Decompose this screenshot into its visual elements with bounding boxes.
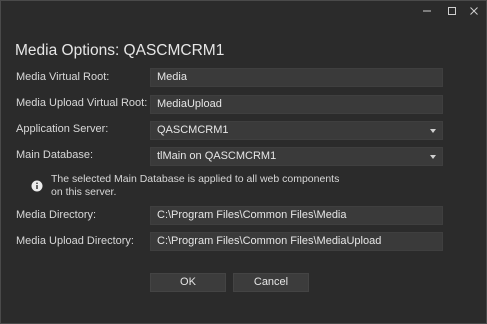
media-directory-input[interactable]: C:\Program Files\Common Files\Media (150, 206, 443, 225)
media-upload-directory-input[interactable]: C:\Program Files\Common Files\MediaUploa… (150, 232, 443, 251)
media-upload-directory-label: Media Upload Directory: (16, 235, 134, 247)
application-server-label: Application Server: (16, 123, 109, 135)
media-options-window: Media Options: QASCMCRM1 Media Virtual R… (0, 0, 487, 324)
main-database-select[interactable]: tlMain on QASCMCRM1 (150, 147, 443, 166)
chevron-down-icon (430, 129, 436, 133)
info-icon (31, 179, 43, 192)
media-upload-virtual-root-input[interactable]: MediaUpload (150, 95, 443, 114)
media-virtual-root-label: Media Virtual Root: (16, 71, 110, 83)
dialog-title: Media Options: QASCMCRM1 (15, 42, 225, 59)
media-virtual-root-input[interactable]: Media (150, 68, 443, 87)
maximize-icon[interactable] (445, 4, 459, 18)
application-server-select[interactable]: QASCMCRM1 (150, 121, 443, 140)
media-directory-label: Media Directory: (16, 209, 97, 221)
chevron-down-icon (430, 155, 436, 159)
close-icon[interactable] (467, 4, 481, 18)
minimize-icon[interactable] (420, 4, 434, 18)
ok-button[interactable]: OK (150, 273, 226, 292)
cancel-button[interactable]: Cancel (233, 273, 309, 292)
application-server-value: QASCMCRM1 (157, 124, 229, 136)
main-database-label: Main Database: (16, 149, 94, 161)
title-bar (1, 1, 486, 23)
main-database-value: tlMain on QASCMCRM1 (157, 150, 277, 162)
media-upload-virtual-root-label: Media Upload Virtual Root: (16, 97, 148, 109)
info-message: The selected Main Database is applied to… (51, 173, 340, 198)
